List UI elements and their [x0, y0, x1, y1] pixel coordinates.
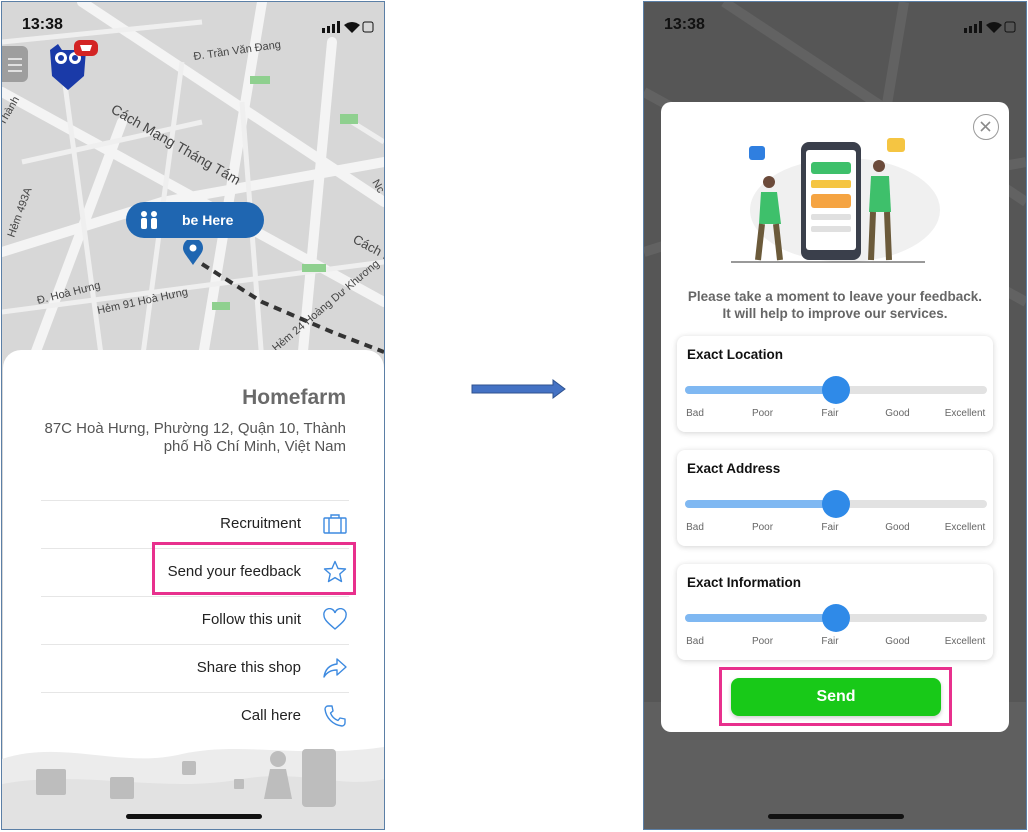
hamburger-menu-button[interactable]: [2, 46, 28, 82]
location-pin-icon[interactable]: [182, 240, 204, 266]
scale-label: Excellent: [944, 636, 986, 647]
scale-label: Excellent: [944, 408, 986, 419]
owl-cart-logo-icon[interactable]: [44, 40, 106, 92]
highlight-send-callout: [719, 667, 952, 726]
slider-fill: [685, 500, 836, 508]
scale-label: Poor: [751, 522, 774, 533]
scale-label: Poor: [751, 408, 774, 419]
highlight-feedback-callout: [152, 542, 356, 595]
menu-item-share-shop[interactable]: Share this shop: [41, 644, 349, 692]
home-indicator: [768, 814, 904, 819]
scale-label: Good: [885, 522, 910, 533]
menu-item-label: Call here: [240, 707, 301, 724]
scale-label: Fair: [821, 636, 839, 647]
close-button[interactable]: [973, 114, 999, 140]
scale-label: Excellent: [944, 522, 986, 533]
briefcase-icon: [323, 514, 347, 534]
people-icon: [141, 211, 157, 229]
slider-fill: [685, 614, 836, 622]
scale-label: Bad: [686, 636, 704, 647]
rating-slider[interactable]: [685, 604, 987, 632]
be-here-button[interactable]: be Here: [126, 202, 264, 238]
scale-label: Good: [885, 636, 910, 647]
rating-card-location: Exact Location Bad Poor Fair Good Excell…: [677, 336, 993, 432]
slider-thumb[interactable]: [822, 376, 850, 404]
menu-item-label: Recruitment: [220, 515, 301, 532]
scale-label: Bad: [686, 408, 704, 419]
close-icon: [980, 121, 991, 132]
prompt-line: Please take a moment to leave your feedb…: [687, 289, 983, 304]
heart-icon: [323, 608, 347, 630]
shop-name: Homefarm: [242, 386, 346, 409]
share-icon: [323, 658, 347, 678]
menu-item-recruitment[interactable]: Recruitment: [41, 500, 349, 548]
feedback-modal: Please take a moment to leave your feedb…: [661, 102, 1009, 732]
home-indicator: [126, 814, 262, 819]
status-bar: 13:38: [644, 16, 1026, 40]
feedback-illustration: [731, 138, 940, 263]
scale-label: Fair: [821, 522, 839, 533]
shop-action-list: Recruitment Send your feedback Follow th…: [41, 500, 349, 740]
slider-fill: [685, 386, 836, 394]
phone-icon: [324, 705, 346, 727]
scale-label: Poor: [751, 636, 774, 647]
rating-title: Exact Address: [687, 461, 781, 476]
rating-title: Exact Location: [687, 347, 784, 362]
phone-screen-shop-detail: Đ. Trần Văn Đang Cách Mạng Tháng Tám Hẻm…: [1, 1, 385, 830]
right-arrow-icon: [471, 379, 566, 399]
rating-slider[interactable]: [685, 376, 987, 404]
slider-thumb[interactable]: [822, 490, 850, 518]
scale-label: Good: [885, 408, 910, 419]
status-icons: [322, 21, 374, 33]
slider-scale-labels: Bad Poor Fair Good Excellent: [677, 408, 993, 420]
menu-item-label: Share this shop: [196, 659, 301, 676]
menu-item-label: Follow this unit: [201, 611, 301, 628]
slider-scale-labels: Bad Poor Fair Good Excellent: [677, 636, 993, 648]
prompt-line: It will help to improve our services.: [722, 306, 948, 321]
status-bar: 13:38: [2, 16, 384, 40]
rating-card-information: Exact Information Bad Poor Fair Good Exc…: [677, 564, 993, 660]
rating-slider[interactable]: [685, 490, 987, 518]
menu-item-follow-unit[interactable]: Follow this unit: [41, 596, 349, 644]
shop-address: 87C Hoà Hưng, Phường 12, Quận 10, Thành …: [44, 420, 346, 455]
status-icons: [964, 21, 1016, 33]
scale-label: Bad: [686, 522, 704, 533]
slider-scale-labels: Bad Poor Fair Good Excellent: [677, 522, 993, 534]
scale-label: Fair: [821, 408, 839, 419]
slider-thumb[interactable]: [822, 604, 850, 632]
feedback-prompt: Please take a moment to leave your feedb…: [661, 288, 1009, 322]
rating-card-address: Exact Address Bad Poor Fair Good Excelle…: [677, 450, 993, 546]
status-time: 13:38: [664, 16, 705, 33]
status-time: 13:38: [22, 16, 63, 33]
rating-title: Exact Information: [687, 575, 802, 590]
be-here-label: be Here: [182, 212, 234, 228]
